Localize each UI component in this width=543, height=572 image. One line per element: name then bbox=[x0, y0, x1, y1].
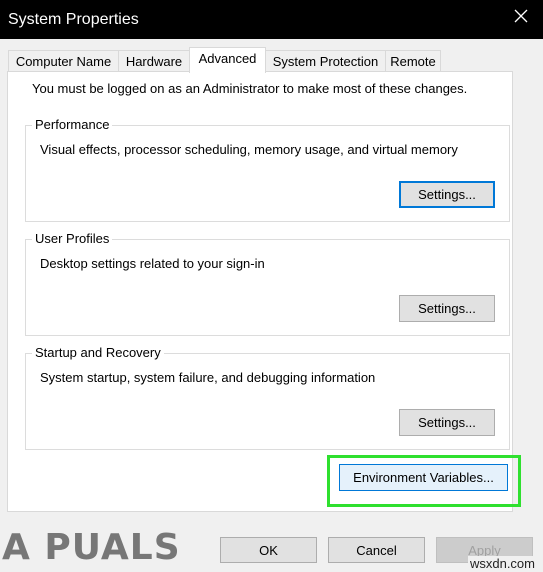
group-title: Performance bbox=[32, 117, 113, 132]
performance-settings-button[interactable]: Settings... bbox=[399, 181, 495, 208]
appuals-logo: A PUALS bbox=[2, 527, 181, 568]
admin-notice: You must be logged on as an Administrato… bbox=[32, 81, 468, 96]
title-bar: System Properties bbox=[0, 0, 543, 39]
group-description: Desktop settings related to your sign-in bbox=[40, 256, 265, 271]
tab-hardware[interactable]: Hardware bbox=[118, 50, 190, 71]
tab-computer-name[interactable]: Computer Name bbox=[8, 50, 119, 71]
cancel-button[interactable]: Cancel bbox=[328, 537, 425, 563]
group-description: System startup, system failure, and debu… bbox=[40, 370, 376, 385]
tab-system-protection[interactable]: System Protection bbox=[265, 50, 386, 71]
user-profiles-settings-button[interactable]: Settings... bbox=[399, 295, 495, 322]
startup-recovery-group: Startup and Recovery System startup, sys… bbox=[25, 345, 510, 450]
close-icon[interactable] bbox=[513, 8, 529, 24]
watermark: wsxdn.com bbox=[467, 556, 537, 571]
group-title: User Profiles bbox=[32, 231, 113, 246]
environment-variables-button[interactable]: Environment Variables... bbox=[339, 464, 508, 491]
window-title: System Properties bbox=[8, 11, 139, 28]
advanced-panel: You must be logged on as an Administrato… bbox=[7, 71, 513, 512]
user-profiles-group: User Profiles Desktop settings related t… bbox=[25, 231, 510, 336]
group-title: Startup and Recovery bbox=[32, 345, 164, 360]
performance-group: Performance Visual effects, processor sc… bbox=[25, 117, 510, 222]
group-description: Visual effects, processor scheduling, me… bbox=[40, 142, 458, 157]
tab-advanced[interactable]: Advanced bbox=[189, 47, 266, 73]
startup-recovery-settings-button[interactable]: Settings... bbox=[399, 409, 495, 436]
tab-remote[interactable]: Remote bbox=[385, 50, 441, 71]
ok-button[interactable]: OK bbox=[220, 537, 317, 563]
